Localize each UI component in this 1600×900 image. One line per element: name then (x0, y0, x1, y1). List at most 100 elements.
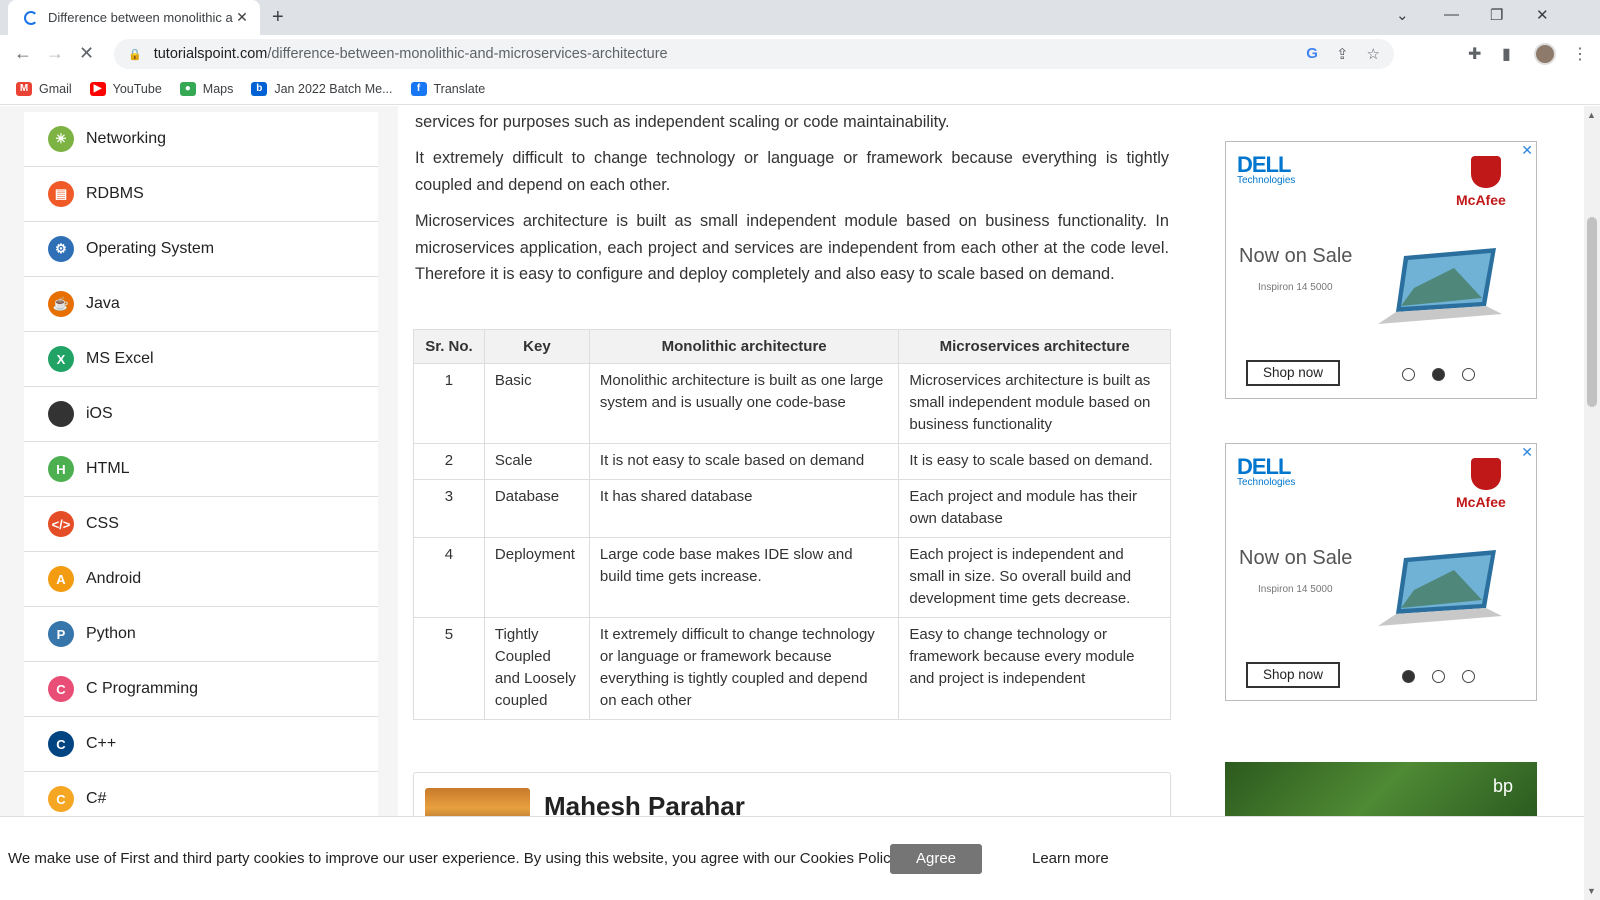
sidebar-item-python[interactable]: P Python (24, 607, 378, 662)
bookmark-item[interactable]: b Jan 2022 Batch Me... (251, 81, 393, 96)
maps-icon: ● (179, 81, 196, 96)
cookie-message: We make use of First and third party coo… (8, 850, 902, 867)
table-cell: Scale (483, 443, 590, 480)
sidebar: ✳ Networking ▤ RDBMS ⚙ Operating System ☕ Java X… (24, 112, 378, 827)
bookmark-label: YouTube (112, 81, 162, 96)
table-cell: 1 (413, 363, 485, 444)
table-row: 4 Deployment Large code base makes IDE slo… (413, 537, 1171, 618)
sidebar-item-networking[interactable]: ✳ Networking (24, 112, 378, 167)
browser-tab[interactable]: Difference between monolithic a ✕ (8, 0, 260, 35)
bookmark-item[interactable]: ● Maps (179, 81, 233, 96)
article-content: services for purposes such as independen… (398, 106, 1186, 900)
sidebar-item-android[interactable]: A Android (24, 552, 378, 607)
url-path: /difference-between-monolithic-and-micro… (267, 46, 668, 62)
sidebar-item-css[interactable]: </> CSS (24, 497, 378, 552)
sidebar-item-c-programming[interactable]: C C Programming (24, 662, 378, 717)
table-cell: Database (483, 479, 590, 538)
carousel-dot[interactable] (1462, 670, 1475, 683)
shop-now-button[interactable]: Shop now (1246, 662, 1340, 688)
bp-ad[interactable]: bp (1225, 762, 1537, 822)
youtube-icon: ▶ (89, 81, 106, 96)
bookmark-item[interactable]: M Gmail (16, 81, 72, 96)
table-cell: Each project is independent and small in… (898, 537, 1171, 618)
menu-icon[interactable]: ⋮ (1572, 44, 1588, 64)
share-icon[interactable]: ⇪ (1336, 45, 1349, 63)
tab-search-icon[interactable]: ⌄ (1396, 6, 1409, 24)
forward-icon[interactable]: → (46, 43, 64, 64)
url-domain: tutorialspoint.com (153, 46, 268, 62)
table-row: 3 Database It has shared database Each proj… (413, 479, 1171, 538)
ad-headline: Now on Sale (1239, 547, 1353, 569)
back-icon[interactable]: ← (14, 43, 32, 64)
facebook-icon: f (410, 81, 427, 96)
scrollbar-thumb[interactable] (1587, 217, 1597, 407)
bookmark-star-icon[interactable]: ☆ (1367, 45, 1380, 63)
shop-now-button[interactable]: Shop now (1246, 360, 1340, 386)
tab-title: Difference between monolithic a (48, 10, 233, 25)
csharp-icon: C (48, 786, 74, 812)
table-header-cell: Sr. No. (413, 329, 485, 364)
table-header-row: Sr. No. Key Monolithic architecture Microse… (413, 329, 1171, 364)
sidebar-item-html[interactable]: H HTML (24, 442, 378, 497)
google-icon[interactable]: G (1306, 45, 1318, 63)
carousel-dot[interactable] (1402, 368, 1415, 381)
table-cell: Easy to change technology or framework b… (898, 617, 1171, 720)
ad-model: Inspiron 14 5000 (1258, 282, 1333, 293)
close-tab-icon[interactable]: ✕ (234, 9, 250, 26)
bookmark-item[interactable]: ▶ YouTube (89, 81, 162, 96)
close-ad-icon[interactable]: ✕ (1521, 444, 1533, 461)
sidebar-item-label: Python (86, 625, 136, 642)
table-cell: Monolithic architecture is built as one … (588, 363, 900, 444)
sidebar-item-label: HTML (86, 460, 130, 477)
article-paragraph: It extremely difficult to change technol… (415, 149, 1169, 194)
sidebar-item-java[interactable]: ☕ Java (24, 277, 378, 332)
sidebar-item-ms-excel[interactable]: X MS Excel (24, 332, 378, 387)
laptop-image (1374, 248, 1504, 328)
sidebar-item-label: MS Excel (86, 350, 154, 367)
new-tab-button[interactable]: + (272, 6, 284, 29)
sidebar-item-rdbms[interactable]: ▤ RDBMS (24, 167, 378, 222)
restore-icon[interactable]: ❐ (1490, 6, 1503, 24)
minimize-icon[interactable]: — (1444, 6, 1459, 23)
rdbms-icon: ▤ (48, 181, 74, 207)
sidebar-item-ios[interactable]: iOS (24, 387, 378, 442)
python-icon: P (48, 621, 74, 647)
bookmark-label: Jan 2022 Batch Me... (274, 81, 393, 96)
sidebar-item-label: CSS (86, 515, 119, 532)
close-ad-icon[interactable]: ✕ (1521, 142, 1533, 159)
carousel-dot[interactable] (1462, 368, 1475, 381)
scroll-up-icon[interactable]: ▲ (1587, 110, 1596, 120)
close-window-icon[interactable]: ✕ (1536, 6, 1549, 24)
sidebar-item-label: iOS (86, 405, 113, 422)
table-header-cell: Microservices architecture (898, 329, 1171, 364)
table-cell: 3 (413, 479, 485, 538)
scroll-down-icon[interactable]: ▼ (1587, 886, 1596, 896)
table-row: 2 Scale It is not easy to scale based on d… (413, 443, 1171, 480)
page-scrollbar[interactable]: ▲ ▼ (1584, 106, 1600, 900)
sidebar-item-label: Android (86, 570, 142, 587)
carousel-dot[interactable] (1432, 670, 1445, 683)
html-icon: H (48, 456, 74, 482)
sidebar-item-label: Operating System (86, 240, 215, 257)
carousel-dot[interactable] (1402, 670, 1415, 683)
learn-more-link[interactable]: Learn more (1032, 850, 1109, 867)
browser-toolbar: ← → ✕ 🔒 tutorialspoint.com/difference-be… (0, 35, 1600, 73)
carousel-dot[interactable] (1432, 368, 1445, 381)
mcafee-logo: McAfee (1456, 494, 1506, 510)
profile-avatar[interactable] (1534, 43, 1556, 65)
sidebar-item-label: C++ (86, 735, 117, 752)
stop-loading-icon[interactable]: ✕ (79, 43, 94, 64)
sidebar-item-operating-system[interactable]: ⚙ Operating System (24, 222, 378, 277)
lock-icon: 🔒 (128, 48, 142, 61)
agree-button[interactable]: Agree (890, 844, 982, 874)
table-row: 5 Tightly Coupled and Loosely coupled It e… (413, 617, 1171, 720)
cookie-banner: We make use of First and third party coo… (0, 816, 1584, 900)
bookmark-item[interactable]: f Translate (410, 81, 485, 96)
address-bar[interactable]: 🔒 tutorialspoint.com/difference-between-… (114, 39, 1394, 69)
mcafee-logo: McAfee (1456, 192, 1506, 208)
sidebar-item-c-[interactable]: C C++ (24, 717, 378, 772)
dell-mcafee-ad[interactable]: ✕ DELL Technologies McAfee Now on Sale Inspir… (1225, 443, 1537, 701)
extensions-icon[interactable]: ✚ (1468, 44, 1481, 64)
dell-mcafee-ad[interactable]: ✕ DELL Technologies McAfee Now on Sale Inspir… (1225, 141, 1537, 399)
side-panel-icon[interactable]: ▮ (1502, 44, 1511, 64)
